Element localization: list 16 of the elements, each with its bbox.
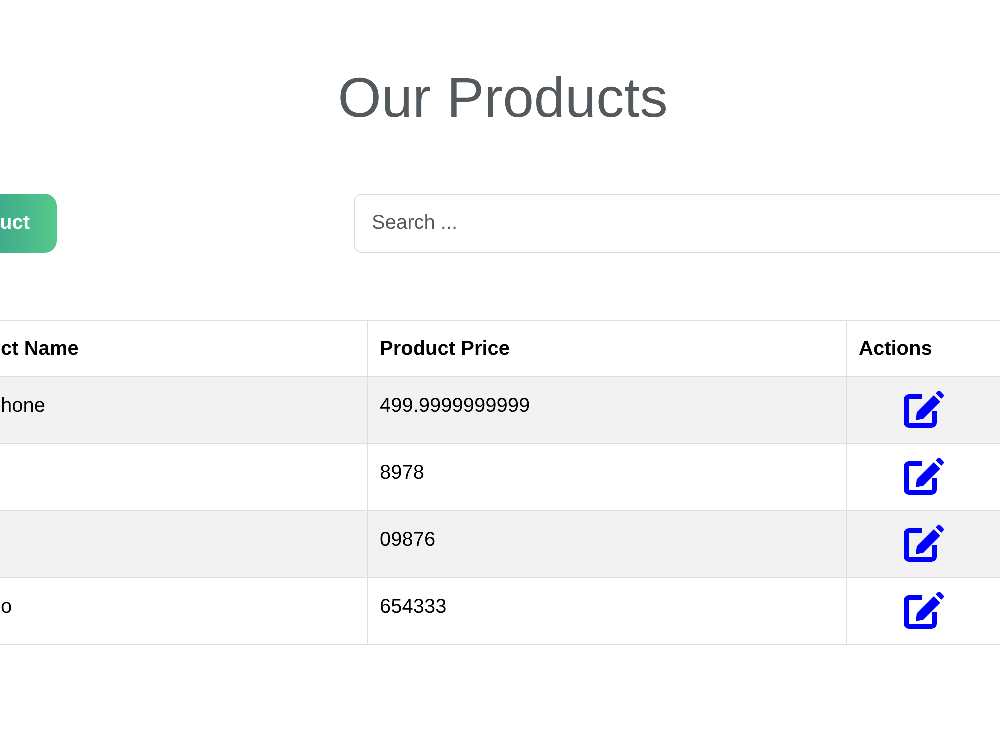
column-header: Actions [859, 337, 932, 362]
product-button[interactable]: uct [0, 194, 57, 253]
search-field[interactable]: Search ... [354, 194, 1000, 253]
product-name: o [1, 595, 12, 620]
product-price: 8978 [380, 461, 424, 486]
edit-icon[interactable] [903, 524, 945, 563]
product-price: 09876 [380, 528, 436, 553]
edit-icon[interactable] [903, 390, 945, 429]
edit-icon[interactable] [903, 591, 945, 630]
product-price: 654333 [380, 595, 447, 620]
product-name: hone [1, 394, 46, 419]
product-price: 499.9999999999 [380, 394, 530, 419]
column-header: ct Name [1, 337, 79, 362]
edit-icon[interactable] [903, 457, 945, 496]
page-title: Our Products [337, 65, 669, 130]
column-header: Product Price [380, 337, 510, 362]
